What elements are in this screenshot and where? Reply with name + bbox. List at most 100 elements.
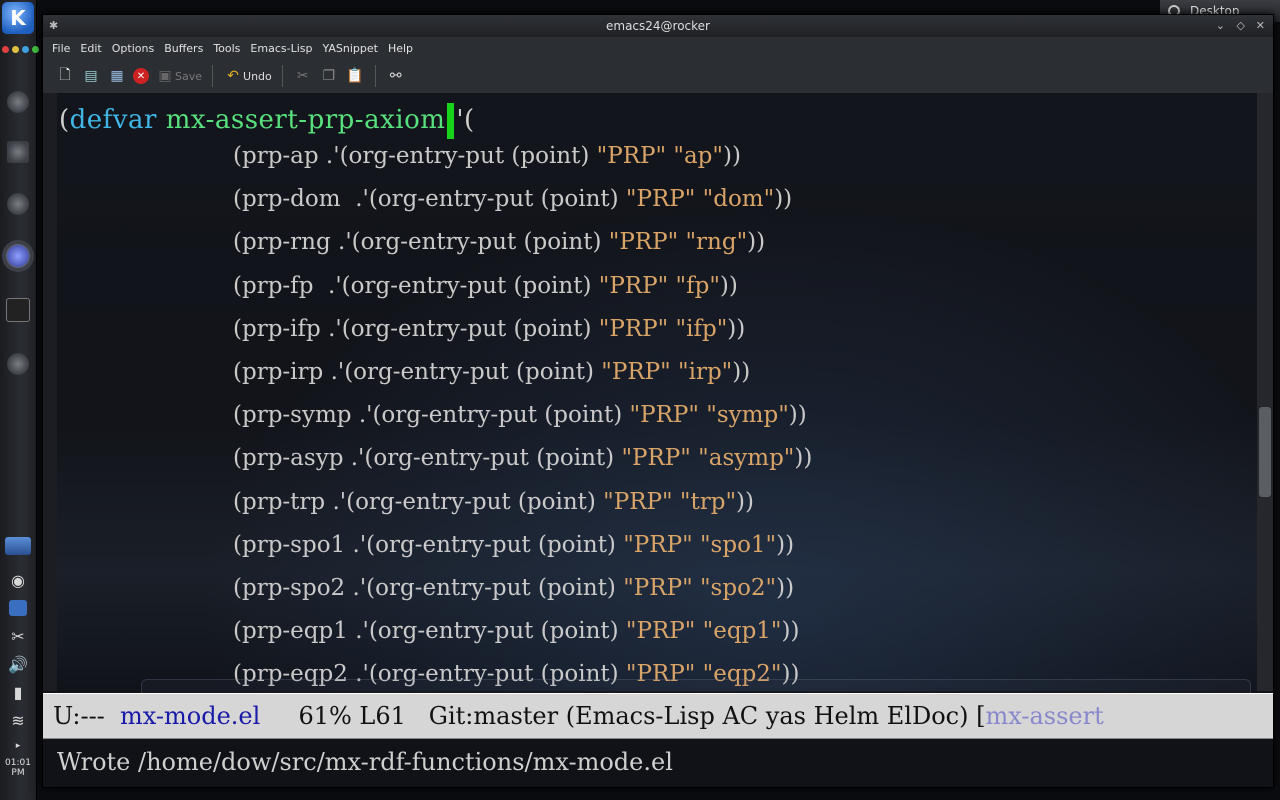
launcher-settings-icon[interactable] [4,350,32,378]
entry-close-parens: )) [781,661,800,688]
copy-button[interactable]: ❐ [319,63,339,89]
entry-key-string: "PRP" [625,661,696,688]
menu-buffers[interactable]: Buffers [159,42,208,55]
window-menu-icon[interactable]: ✱ [49,19,58,32]
scrollbar[interactable] [1257,93,1273,691]
entry-close-parens: )) [776,575,795,601]
undo-button[interactable]: ↶ Undo [223,63,272,89]
close-icon[interactable]: ✕ [1256,19,1265,32]
menu-file[interactable]: File [47,42,75,55]
open-file-button[interactable]: ▤ [81,63,101,89]
entry-key-string: "PRP" [598,315,669,342]
echo-area[interactable]: Wrote /home/dow/src/mx-rdf-functions/mx-… [43,739,1271,785]
menu-options[interactable]: Options [107,42,159,55]
entry-dot: . [320,315,336,342]
window-titlebar[interactable]: ✱ emacs24@rocker ⌄ ◇ ✕ [43,15,1273,37]
network-globe-icon[interactable] [4,594,32,622]
entry-dot: . [323,359,338,385]
entry-symbol: (prp-dom [233,186,341,213]
entry-symbol: (prp-symp [233,402,352,429]
entry-dot: . [340,186,363,213]
code-line-entry: (prp-eqp2 .'(org-entry-put (point) "PRP"… [233,661,799,687]
menu-tools[interactable]: Tools [208,42,245,55]
emacs-window: ✱ emacs24@rocker ⌄ ◇ ✕ File Edit Options… [42,14,1274,788]
scissors-icon: ✂ [296,68,309,84]
entry-dot: . [313,272,336,299]
activity-dots[interactable] [2,46,39,53]
entry-dot: . [351,402,367,429]
entry-value-string: "ifp" [668,315,728,342]
wifi-icon[interactable]: ≋ [4,706,32,734]
entry-body: '(org-entry-put (point) [362,618,626,645]
entry-dot: . [347,661,363,688]
kde-menu-icon[interactable]: K [2,2,34,34]
tray-expand-icon[interactable]: ▸ [4,732,32,760]
new-file-button[interactable]: 🗋 [55,63,75,89]
entry-dot: . [343,445,359,472]
entry-key-string: "PRP" [621,445,691,472]
paste-button[interactable]: 📋 [345,63,365,89]
dired-icon: ▦ [110,68,124,84]
defvar-keyword: defvar [69,105,157,135]
editor-buffer[interactable]: (defvar mx-assert-prp-axiom '( (prp-ap .'… [43,93,1257,691]
entry-key-string: "PRP" [625,186,696,213]
entry-close-parens: )) [794,445,813,472]
entry-body: '(org-entry-put (point) [362,661,626,688]
show-desktop-icon[interactable] [4,532,32,560]
modeline-position: 61% L61 [260,702,429,730]
battery-icon[interactable]: ▮ [4,678,32,706]
modeline-buffer-name[interactable]: mx-mode.el [120,702,260,730]
clipboard-scissors-icon[interactable]: ✂ [4,622,32,650]
save-button[interactable]: ▣ Save [155,63,202,89]
modeline-modes[interactable]: (Emacs-Lisp AC yas Helm ElDoc) [ [566,702,986,730]
cut-button[interactable]: ✂ [293,63,313,89]
entry-close-parens: )) [776,531,795,558]
kill-buffer-button[interactable]: ✕ [133,63,149,89]
entry-key-string: "PRP" [601,359,671,385]
mode-line[interactable]: U:--- mx-mode.el 61% L61 Git:master (Ema… [43,693,1273,739]
record-icon[interactable]: ◉ [4,566,32,594]
launcher-disk-icon[interactable] [4,190,32,218]
menu-yasnippet[interactable]: YASnippet [317,42,382,55]
modeline-vc[interactable]: Git:master [429,702,566,730]
entry-value-string: "dom" [695,186,775,213]
echo-message: Wrote /home/dow/src/mx-rdf-functions/mx-… [57,748,673,776]
entry-value-string: "fp" [668,272,720,299]
menu-emacs-lisp[interactable]: Emacs-Lisp [245,42,317,55]
launcher-files-icon[interactable] [4,138,32,166]
panel-clock[interactable]: 01:01 PM [0,758,36,778]
dired-button[interactable]: ▦ [107,63,127,89]
entry-body: '(org-entry-put (point) [358,445,622,472]
entry-symbol: (prp-eqp2 [233,661,348,688]
entry-body: '(org-entry-put (point) [335,315,599,342]
launcher-terminal-icon[interactable] [4,296,32,324]
window-title: emacs24@rocker [606,19,710,33]
toolbar: 🗋 ▤ ▦ ✕ ▣ Save ↶ Undo ✂ ❐ 📋 ⚯ [43,59,1273,94]
entry-value-string: "ap" [666,143,723,169]
entry-symbol: (prp-spo1 [233,531,346,558]
launcher-emacs-icon[interactable] [4,242,32,270]
code-line-entry: (prp-trp .'(org-entry-put (point) "PRP" … [233,489,754,515]
menu-help[interactable]: Help [383,42,418,55]
entry-symbol: (prp-spo2 [233,575,346,601]
paste-icon: 📋 [346,68,364,84]
code-line-entry: (prp-spo1 .'(org-entry-put (point) "PRP"… [233,532,794,558]
scrollbar-thumb[interactable] [1259,407,1271,497]
entry-dot: . [347,618,363,645]
maximize-icon[interactable]: ◇ [1237,19,1245,32]
entry-value-string: "asymp" [690,445,795,472]
entry-key-string: "PRP" [623,575,693,601]
launcher-browser-icon[interactable] [4,88,32,116]
modeline-status: U:--- [53,702,121,730]
entry-close-parens: )) [722,143,741,169]
code-line-entry: (prp-spo2 .'(org-entry-put (point) "PRP"… [233,575,794,601]
entry-body: '(org-entry-put (point) [339,488,604,515]
entry-body: '(org-entry-put (point) [359,575,624,601]
minimize-icon[interactable]: ⌄ [1216,19,1225,32]
search-button[interactable]: ⚯ [386,63,406,89]
entry-symbol: (prp-rng [233,229,331,256]
menu-edit[interactable]: Edit [75,42,106,55]
volume-icon[interactable]: 🔊 [4,650,32,678]
entry-body: '(org-entry-put (point) [359,531,624,558]
code-line-entry: (prp-eqp1 .'(org-entry-put (point) "PRP"… [233,618,799,644]
